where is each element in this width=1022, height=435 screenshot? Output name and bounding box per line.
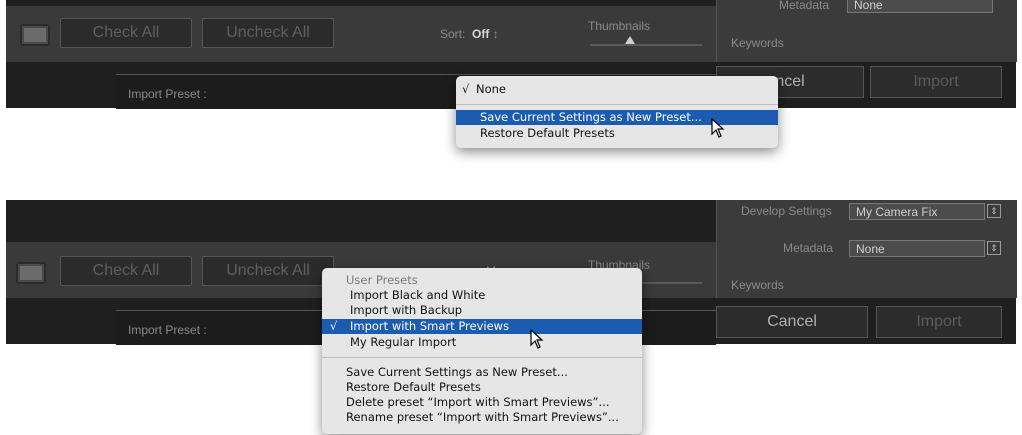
keywords-label: Keywords: [731, 36, 784, 50]
thumbnails-slider[interactable]: [590, 44, 702, 46]
checkmark-icon: √: [462, 82, 470, 96]
metadata-dropdown[interactable]: None: [847, 0, 993, 13]
menu-item-preset[interactable]: My Regular Import: [322, 335, 642, 350]
menu-header-user-presets: User Presets: [346, 273, 418, 287]
right-panel-top: Metadata None Keywords: [716, 0, 1017, 62]
develop-settings-stepper-icon[interactable]: ⇕: [987, 204, 1001, 218]
develop-settings-label: Develop Settings: [741, 204, 832, 218]
sort-dropdown[interactable]: Off ↕: [472, 27, 499, 41]
menu-separator: [456, 104, 778, 105]
menu-item-rename-preset[interactable]: Rename preset “Import with Smart Preview…: [322, 410, 642, 425]
sort-stepper-icon: ↕: [492, 27, 499, 41]
menu-item-preset[interactable]: Import Black and White: [322, 288, 642, 303]
view-toggle-icon[interactable]: [20, 24, 50, 46]
metadata-label: Metadata: [783, 241, 834, 255]
metadata-stepper-icon[interactable]: ⇕: [987, 241, 1001, 255]
menu-item-restore-defaults[interactable]: Restore Default Presets: [456, 126, 778, 141]
import-button[interactable]: Import: [876, 306, 1002, 338]
develop-settings-dropdown[interactable]: My Camera Fix: [849, 203, 985, 220]
menu-item-delete-preset[interactable]: Delete preset “Import with Smart Preview…: [322, 395, 642, 410]
metadata-dropdown[interactable]: None: [849, 240, 985, 257]
uncheck-all-button[interactable]: Uncheck All: [202, 18, 334, 48]
keywords-label: Keywords: [731, 278, 784, 292]
mouse-cursor-icon: [711, 118, 725, 138]
sort-label: Sort:: [440, 27, 466, 41]
right-panel-bottom: Develop Settings My Camera Fix ⇕ Metadat…: [716, 200, 1017, 298]
import-preset-label: Import Preset :: [128, 87, 207, 101]
metadata-label: Metadata: [779, 0, 830, 12]
menu-separator: [322, 357, 642, 358]
thumbnails-label: Thumbnails: [588, 19, 651, 33]
check-all-button[interactable]: Check All: [60, 18, 192, 48]
menu-item-save-new-preset[interactable]: Save Current Settings as New Preset...: [322, 365, 642, 380]
import-preset-menu: User Presets Import Black and White Impo…: [322, 268, 642, 434]
import-button[interactable]: Import: [870, 66, 1002, 98]
uncheck-all-button[interactable]: Uncheck All: [202, 256, 334, 286]
menu-item-save-new-preset[interactable]: Save Current Settings as New Preset...: [456, 110, 778, 125]
check-all-button[interactable]: Check All: [60, 256, 192, 286]
view-toggle-icon[interactable]: [16, 262, 46, 284]
menu-item-none[interactable]: √ None: [456, 82, 778, 97]
menu-item-preset-selected[interactable]: √ Import with Smart Previews: [322, 319, 642, 334]
import-preset-label: Import Preset :: [128, 323, 207, 337]
cancel-button[interactable]: Cancel: [716, 306, 868, 338]
import-preset-menu: √ None Save Current Settings as New Pres…: [456, 76, 778, 148]
checkmark-icon: √: [330, 319, 338, 333]
menu-item-preset[interactable]: Import with Backup: [322, 303, 642, 318]
mouse-cursor-icon: [530, 329, 544, 349]
thumbnails-slider-knob[interactable]: [625, 36, 635, 44]
menu-item-restore-defaults[interactable]: Restore Default Presets: [322, 380, 642, 395]
